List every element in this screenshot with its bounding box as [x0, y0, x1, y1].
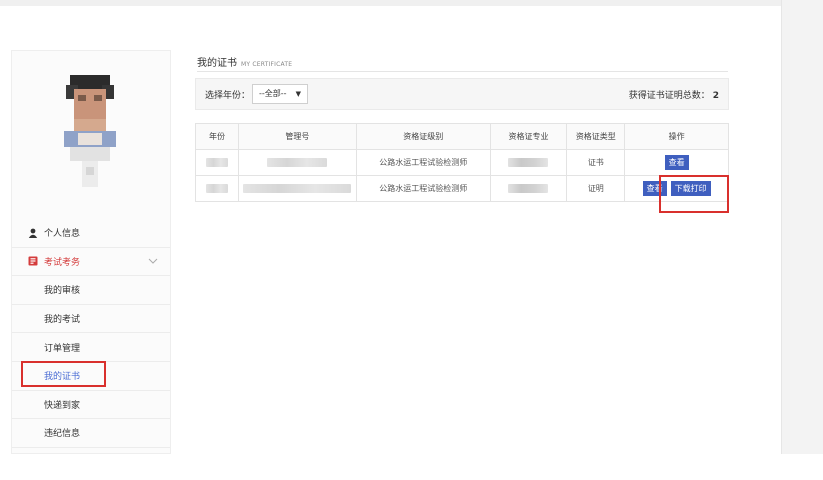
cell-management-no: [237, 175, 357, 202]
avatar-area: [12, 51, 170, 211]
right-gutter: [781, 0, 823, 480]
year-select-value: --全部--: [259, 89, 287, 98]
highlight-box-download-print: [659, 175, 729, 213]
avatar[interactable]: [60, 75, 120, 195]
certificate-total-label: 获得证书证明总数：: [628, 91, 710, 101]
redacted-management-no: [243, 184, 352, 193]
column-header-year: 年份: [195, 123, 239, 150]
sidebar-item-personal-info[interactable]: 个人信息: [12, 219, 170, 248]
column-header-management-no: 管理号: [237, 123, 357, 150]
redacted-major: [508, 184, 549, 193]
page-title-text: 我的证书: [197, 58, 237, 69]
table-row: 公路水运工程试验检测师 证明 查看 下载打印: [195, 175, 729, 202]
cell-year: [195, 175, 239, 202]
chevron-down-icon[interactable]: [148, 257, 158, 266]
filter-bar: 选择年份： --全部-- ▼ 获得证书证明总数： 2: [195, 78, 729, 110]
sidebar-item-violations[interactable]: 违纪信息: [12, 419, 170, 448]
cell-major: [489, 175, 568, 202]
sidebar-item-label: 订单管理: [44, 343, 81, 354]
redacted-management-no: [267, 158, 328, 167]
exam-icon: [28, 256, 38, 266]
sidebar-item-my-review[interactable]: 我的审核: [12, 276, 170, 305]
year-filter-label: 选择年份：: [205, 91, 251, 101]
cell-type: 证书: [566, 149, 626, 176]
view-button[interactable]: 查看: [664, 155, 689, 170]
sidebar-item-label: 违纪信息: [44, 429, 81, 440]
year-select[interactable]: --全部-- ▼: [252, 84, 308, 104]
user-icon: [28, 228, 38, 238]
sidebar-item-label: 快递到家: [44, 400, 81, 411]
redacted-year: [205, 184, 228, 193]
page-title-en: MY CERTIFICATE: [241, 61, 293, 68]
page-title: 我的证书 MY CERTIFICATE: [197, 54, 292, 69]
bottom-strip: [0, 454, 823, 480]
redacted-major: [508, 158, 549, 167]
certificate-total-value: 2: [712, 91, 719, 101]
column-header-type: 资格证类型: [566, 123, 626, 150]
column-header-level: 资格证级别: [355, 123, 491, 150]
cell-year: [195, 149, 239, 176]
caret-down-icon: ▼: [295, 90, 301, 98]
sidebar-item-label: 个人信息: [44, 229, 81, 240]
sidebar: 个人信息 考试考务 我的审核 我的考试 订单管理 我的证书 快递到家 违纪信息: [11, 50, 171, 454]
cell-management-no: [237, 149, 357, 176]
cell-major: [489, 149, 568, 176]
redacted-year: [205, 158, 228, 167]
cell-level: 公路水运工程试验检测师: [355, 175, 491, 202]
column-header-major: 资格证专业: [489, 123, 568, 150]
table-header-row: 年份 管理号 资格证级别 资格证专业 资格证类型 操作: [195, 123, 729, 150]
sidebar-item-label: 考试考务: [44, 257, 81, 268]
cell-level: 公路水运工程试验检测师: [355, 149, 491, 176]
sidebar-item-express-delivery[interactable]: 快递到家: [12, 391, 170, 420]
certificate-total: 获得证书证明总数： 2: [629, 88, 719, 101]
cell-actions: 查看: [624, 149, 729, 176]
sidebar-item-exam-affairs[interactable]: 考试考务: [12, 248, 170, 277]
certificate-table: 年份 管理号 资格证级别 资格证专业 资格证类型 操作 公路水运工程试验检测师 …: [195, 123, 729, 202]
sidebar-item-my-exams[interactable]: 我的考试: [12, 305, 170, 334]
table-row: 公路水运工程试验检测师 证书 查看: [195, 149, 729, 176]
sidebar-menu: 个人信息 考试考务 我的审核 我的考试 订单管理 我的证书 快递到家 违纪信息: [12, 219, 170, 448]
column-header-actions: 操作: [624, 123, 729, 150]
title-divider: [197, 71, 728, 72]
sidebar-item-label: 我的审核: [44, 286, 81, 297]
cell-type: 证明: [566, 175, 626, 202]
highlight-box-my-certificates: [21, 361, 106, 387]
sidebar-item-orders[interactable]: 订单管理: [12, 333, 170, 362]
sidebar-item-label: 我的考试: [44, 315, 81, 326]
